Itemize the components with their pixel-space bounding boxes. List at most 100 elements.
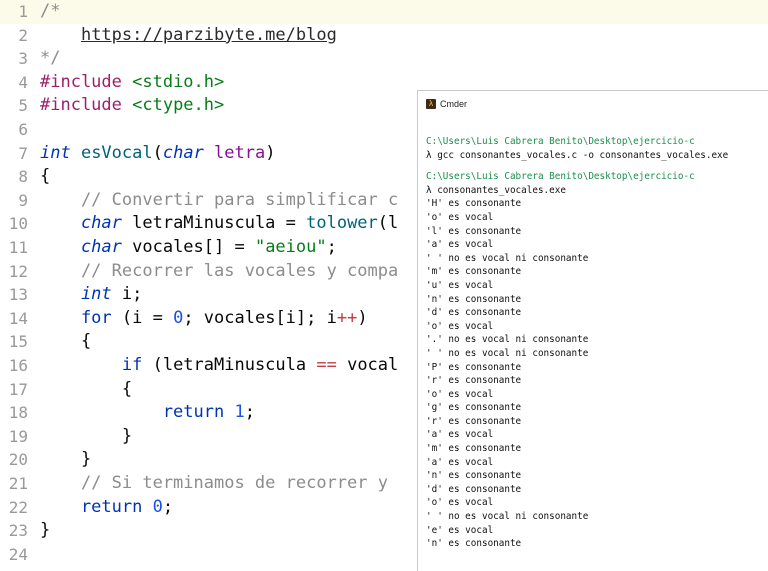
line-number: 2	[18, 25, 28, 45]
code-token: #include	[40, 71, 133, 92]
terminal-output: C:\Users\Luis Cabrera Benito\Desktop\eje…	[426, 135, 766, 551]
code-text: // Recorrer las vocales y compa	[40, 260, 398, 284]
code-text: {	[40, 330, 91, 354]
terminal-line: 'n' es consonante	[426, 470, 522, 482]
code-token: (i =	[121, 307, 174, 328]
code-line[interactable]: 2 https://parzibyte.me/blog	[0, 24, 768, 48]
code-token: 1	[234, 402, 245, 423]
code-token: // Si terminamos de recorrer y	[40, 473, 399, 493]
line-number: 10	[8, 214, 28, 234]
code-token: vocales[] =	[132, 237, 255, 257]
line-number: 13	[8, 285, 28, 305]
code-token: "aeiou"	[254, 237, 327, 257]
code-token: char	[162, 142, 215, 163]
line-number: 15	[8, 332, 28, 352]
code-token: char	[40, 213, 133, 234]
line-number: 12	[8, 261, 28, 281]
code-text: return 0;	[40, 496, 173, 520]
line-number: 5	[18, 96, 28, 116]
line-number: 4	[18, 72, 28, 92]
code-token: (l	[377, 213, 399, 234]
terminal-line: ' ' no es vocal ni consonante	[426, 252, 589, 264]
cmder-terminal-window[interactable]: λ Cmder C:\Users\Luis Cabrera Benito\Des…	[417, 90, 768, 571]
line-number: 8	[18, 167, 28, 187]
terminal-line: 'm' es consonante	[426, 443, 522, 455]
terminal-line: 'o' es vocal	[426, 388, 494, 400]
terminal-line: 'e' es vocal	[426, 524, 494, 536]
terminal-line: λ gcc consonantes_vocales.c -o consonant…	[426, 149, 729, 161]
code-token: // Convertir para simplificar c	[40, 189, 399, 210]
line-number: 19	[8, 426, 28, 446]
code-token: }	[40, 425, 133, 446]
code-token: tolower	[306, 213, 378, 234]
code-token: i;	[121, 284, 143, 305]
line-number: 23	[8, 521, 28, 541]
terminal-line: 'a' es vocal	[426, 239, 494, 251]
code-token: {	[40, 378, 133, 399]
code-text: /*	[40, 0, 60, 24]
code-token: {	[40, 331, 92, 352]
code-token: ;	[244, 402, 255, 423]
code-text: }	[40, 519, 50, 543]
terminal-title: Cmder	[440, 99, 468, 109]
code-token: int	[40, 284, 122, 305]
terminal-line: 'o' es vocal	[426, 497, 494, 509]
code-token: return	[40, 496, 153, 517]
code-token: */	[40, 48, 61, 69]
terminal-line: 'a' es vocal	[426, 429, 494, 441]
code-text: #include <stdio.h>	[40, 71, 224, 95]
code-token: for	[40, 307, 122, 328]
code-token: (	[152, 142, 163, 163]
terminal-title-bar[interactable]: λ Cmder	[418, 91, 768, 117]
terminal-line: ' ' no es vocal ni consonante	[426, 511, 589, 523]
terminal-line: 'o' es vocal	[426, 211, 494, 223]
code-token: 0	[173, 307, 184, 328]
terminal-line: 'l' es consonante	[426, 225, 522, 237]
terminal-path-line: C:\Users\Luis Cabrera Benito\Desktop\eje…	[426, 136, 695, 147]
code-token: 0	[152, 496, 163, 517]
code-line[interactable]: 1 /*	[0, 0, 768, 24]
code-token: )	[265, 142, 276, 163]
code-token: {	[40, 166, 51, 187]
terminal-line: 'H' es consonante	[426, 198, 522, 210]
code-text: int esVocal(char letra)	[40, 142, 275, 166]
code-token: (letraMinuscula	[152, 355, 317, 375]
terminal-line: 'n' es consonante	[426, 293, 522, 305]
code-token: )	[357, 307, 368, 328]
terminal-line: 'o' es vocal	[426, 320, 494, 332]
code-token: vocal	[336, 355, 399, 375]
line-number: 20	[8, 450, 28, 470]
terminal-line: '.' no es vocal ni consonante	[426, 334, 589, 346]
code-text: https://parzibyte.me/blog	[40, 24, 337, 48]
terminal-line: ' ' no es vocal ni consonante	[426, 347, 589, 359]
code-token: int	[40, 142, 81, 163]
code-text: // Si terminamos de recorrer y	[40, 472, 398, 496]
code-token: letraMinuscula =	[132, 213, 307, 234]
code-text: return 1;	[40, 401, 255, 425]
code-token: char	[40, 237, 133, 257]
code-text: if (letraMinuscula == vocal	[40, 354, 398, 378]
line-number: 21	[8, 474, 28, 493]
code-text: {	[40, 165, 50, 189]
line-number: 17	[8, 379, 28, 399]
code-token: https://parzibyte.me/blog	[80, 24, 337, 45]
terminal-line: 'a' es vocal	[426, 456, 494, 468]
code-text: // Convertir para simplificar c	[40, 189, 398, 213]
code-token: if	[40, 355, 153, 375]
line-number: 22	[8, 497, 28, 517]
terminal-line: 'n' es consonante	[426, 538, 522, 550]
code-text: {	[40, 378, 132, 402]
code-token: <ctype.h>	[132, 95, 225, 116]
code-text: for (i = 0; vocales[i]; i++)	[40, 307, 368, 331]
terminal-line: 'm' es consonante	[426, 266, 522, 278]
code-text: }	[40, 425, 132, 449]
line-number: 18	[8, 403, 28, 423]
terminal-line: 'P' es consonante	[426, 361, 522, 373]
code-text: char letraMinuscula = tolower(l	[40, 212, 398, 236]
code-text: int i;	[40, 283, 142, 307]
code-line[interactable]: 3 */	[0, 47, 768, 71]
code-token: }	[40, 449, 92, 470]
terminal-line: 'r' es consonante	[426, 415, 522, 427]
cmder-lambda-icon: λ	[426, 99, 436, 109]
